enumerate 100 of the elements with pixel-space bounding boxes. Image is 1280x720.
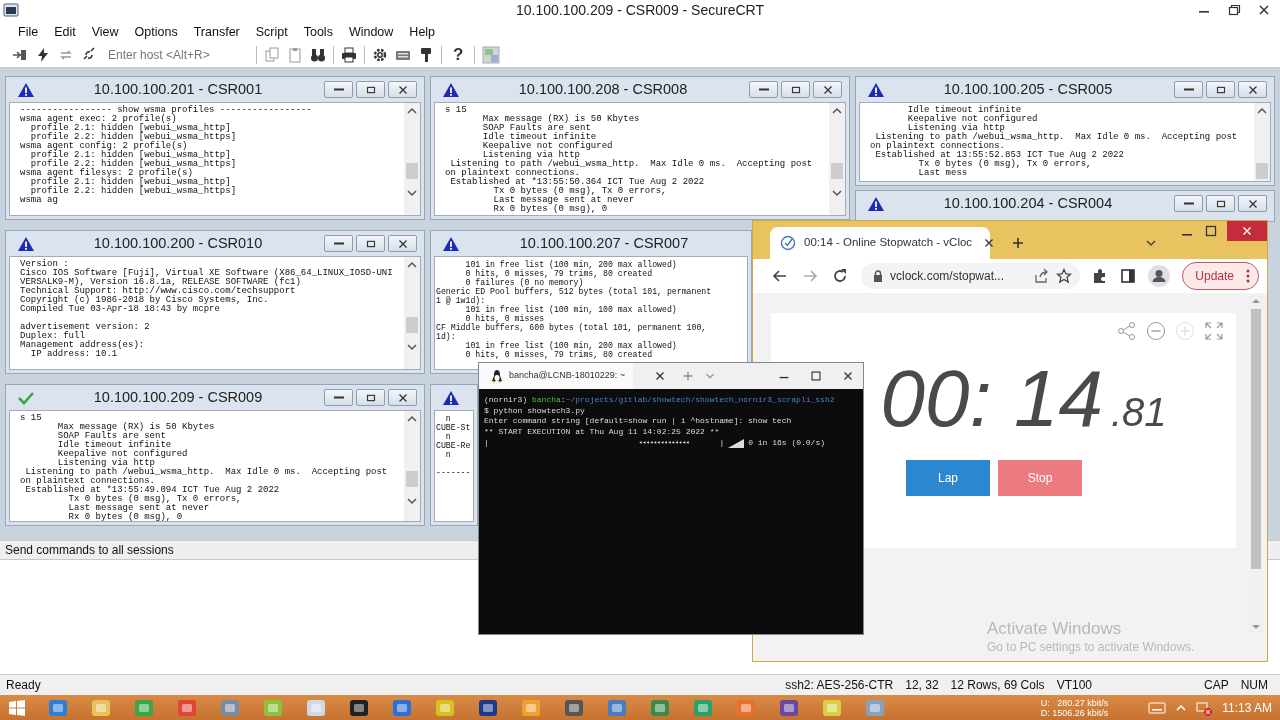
terminal-line: 0 hits, 0 misses, 79 trims, 80 created [464,269,653,278]
terminal-line: 101 in free list (100 min, 100 max allowed) [464,305,678,314]
terminal-line: Idle timeout infinite [906,106,1022,115]
session-window[interactable] [5,230,425,374]
maximize-button[interactable] [809,369,823,383]
session-window[interactable] [5,76,425,220]
star-icon[interactable] [1056,268,1073,284]
terminal-line: n [444,432,452,441]
binoculars-icon[interactable] [310,47,326,63]
zoom-out-button[interactable] [1146,321,1166,341]
scrollbar[interactable] [1254,103,1270,181]
restore-button[interactable] [1226,2,1242,18]
menu-item[interactable]: File [10,22,47,42]
menu-item[interactable]: Script [247,22,296,42]
close-button[interactable] [1238,81,1267,98]
gear-icon[interactable] [372,47,388,63]
share-icon[interactable] [1117,321,1137,341]
close-button[interactable] [1238,195,1267,212]
session-window[interactable] [430,76,850,220]
session-title: 10.100.100.208 - CSR008 [518,79,688,99]
terminal-line: Tx 0 bytes (0 msg), Tx 0 errors, [67,495,243,504]
app-icon[interactable] [477,697,499,718]
scrollbar[interactable] [404,103,420,215]
help-button[interactable]: ? [449,42,468,68]
lightning-icon[interactable] [35,47,51,63]
network-speed: U: 280.27 kbit/s D: 1506.26 kbit/s [1040,697,1109,718]
maximize-button[interactable] [1203,223,1219,239]
terminal-line: advertisement version: 2 [20,323,151,332]
monitor-icon[interactable] [1196,699,1213,716]
menu-item[interactable]: Edit [46,22,84,42]
terminal-tab[interactable]: bancha@LCNB-18010229: ~ [479,363,633,389]
scrollbar[interactable] [404,411,420,521]
start-button[interactable] [8,698,26,717]
scrollbar[interactable] [829,103,845,215]
minimize-icon [1183,202,1194,205]
menu-item[interactable]: View [83,22,127,42]
paste-icon[interactable] [287,47,303,63]
restore-button[interactable] [1206,81,1235,98]
sidebar-icon[interactable] [1120,268,1137,284]
close-button[interactable] [813,81,842,98]
app-icon[interactable] [305,697,327,718]
lap-button[interactable]: Lap [906,460,990,496]
fullscreen-icon[interactable] [1204,321,1224,341]
minimize-icon [333,396,344,399]
close-button[interactable] [388,389,417,406]
menu-item[interactable]: Tools [295,22,341,42]
menu-item[interactable]: Transfer [185,22,248,42]
update-button[interactable]: Update [1182,262,1259,290]
app-icon[interactable] [90,697,112,718]
terminal-line: profile 2.1: hidden [webui_wsma_http] [29,178,231,187]
terminal-line: 101 in free list (100 min, 200 max allowed) [464,260,678,269]
restore-button[interactable] [356,81,385,98]
terminal-line: SOAP Faults are sent [56,432,166,441]
restore-button[interactable] [356,235,385,252]
browser-tab[interactable]: 00:14 - Online Stopwatch - vCloc [770,227,990,259]
restore-button[interactable] [356,389,385,406]
terminal-line: wsma ag [20,196,59,205]
terminal-line: Last message sent at never [492,196,635,205]
session-window[interactable]: n CUBE-St n CUBE-Re n ------- [430,384,478,526]
connect-icon[interactable] [12,47,28,63]
terminal-line: $ python showtech3.py [484,405,586,417]
terminal-line: Keepalive not configured [481,142,614,151]
menu-item[interactable]: Options [126,22,186,42]
session-title: 10.100.100.204 - CSR004 [943,193,1113,213]
terminal-line: Listening to path /webui_wsma_http. Max Idle 0 ms. Accepting post [449,160,814,169]
terminal-line: ** START EXECUTION at Thu Aug 11 14:02:25 2022 ** [484,427,721,438]
app-icon[interactable] [348,697,370,718]
host-field[interactable]: Enter host <Alt+R> [104,45,249,65]
terminal-line: Listening via http [57,459,156,468]
session-window[interactable] [855,76,1275,186]
terminal-line: Idle timeout infinite [481,133,597,142]
app-icon[interactable] [778,697,800,718]
progress-mark: | [484,437,489,449]
menu-item[interactable]: Help [401,22,444,42]
app-icon[interactable] [434,697,456,718]
kebab-menu-icon [1246,269,1250,283]
restore-button[interactable] [781,81,810,98]
session-window[interactable]: 10.100.100.204 - CSR004 [855,190,1275,222]
session-title: 10.100.100.201 - CSR001 [93,79,263,99]
close-button[interactable] [388,81,417,98]
terminal-line: Version : [20,260,70,269]
close-button[interactable] [388,235,417,252]
menu-item[interactable]: Window [340,22,402,42]
copy-icon[interactable] [264,47,280,63]
restore-button[interactable] [1206,195,1235,212]
terminal-line: Tx 0 bytes (0 msg), Tx 0 errors, [492,187,668,196]
keyboard-icon[interactable] [1148,700,1167,715]
share-icon[interactable] [1033,268,1050,284]
app-icon[interactable] [821,697,843,718]
key-icon[interactable] [418,47,434,63]
print-icon[interactable] [341,47,357,63]
progress-bar-icon [728,438,745,448]
address-bar[interactable]: vclock.com/stopwat... [861,263,1081,289]
avatar-icon[interactable] [1148,265,1171,287]
reload-button[interactable] [831,267,849,285]
app-icon[interactable] [563,697,585,718]
session-window[interactable] [5,384,425,526]
status-field: ssh2: AES-256-CTR [779,676,900,694]
scrollbar[interactable] [404,257,420,369]
new-tab-button[interactable] [1010,235,1026,251]
